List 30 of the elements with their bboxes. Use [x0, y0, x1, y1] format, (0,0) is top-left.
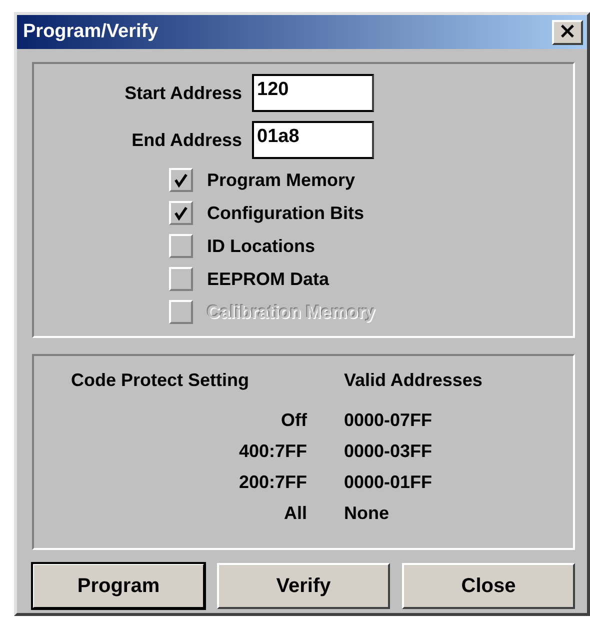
checkbox[interactable] [169, 201, 193, 225]
table-cell-text: Off [280, 410, 307, 431]
checkbox-label: ID Locations [207, 236, 316, 256]
checkbox[interactable] [169, 267, 193, 291]
checkbox-label: EEPROM Data [207, 268, 330, 290]
field-label: End Address [130, 130, 242, 150]
check-icon [173, 205, 189, 221]
address-field[interactable]: 120 [252, 74, 374, 112]
dialog-button[interactable]: Close [402, 563, 575, 609]
checkbox-label: Program Memory [207, 170, 356, 190]
table-cell-text: 0000-03FF [344, 441, 434, 462]
address-field[interactable]: 01a8 [252, 121, 374, 159]
table-cell-text: 0000-01FF [344, 472, 434, 493]
table-cell-text: 400:7FF [238, 441, 307, 462]
table-cell-text: None [344, 503, 390, 524]
checkbox-label: Configuration Bits [207, 202, 364, 224]
column-header: Valid Addresses [344, 370, 484, 391]
checkbox-label: Calibration Memory [207, 302, 376, 322]
close-button[interactable]: × [552, 20, 583, 44]
checkbox[interactable] [169, 168, 193, 192]
checkbox[interactable] [169, 234, 193, 258]
check-icon [173, 172, 189, 188]
window-title: Program/Verify [23, 21, 158, 43]
table-cell-text: All [282, 503, 307, 524]
table-cell-text: 0000-07FF [344, 410, 434, 431]
column-header: Code Protect Setting [71, 370, 250, 391]
dialog-button[interactable]: Program [32, 563, 205, 609]
field-label: Start Address [124, 82, 242, 104]
table-cell-text: 200:7FF [238, 472, 307, 493]
dialog-button[interactable]: Verify [217, 563, 390, 609]
